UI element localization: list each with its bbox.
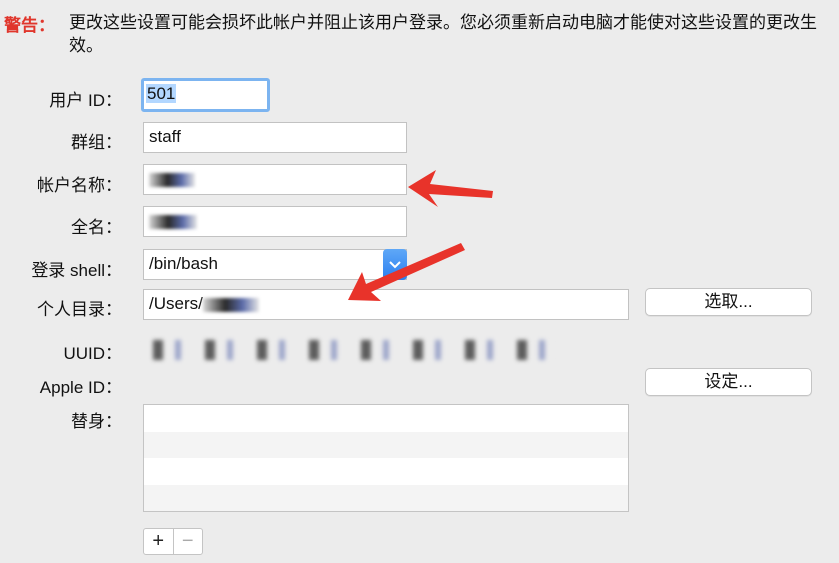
annotation-arrow-icon: [348, 170, 493, 301]
